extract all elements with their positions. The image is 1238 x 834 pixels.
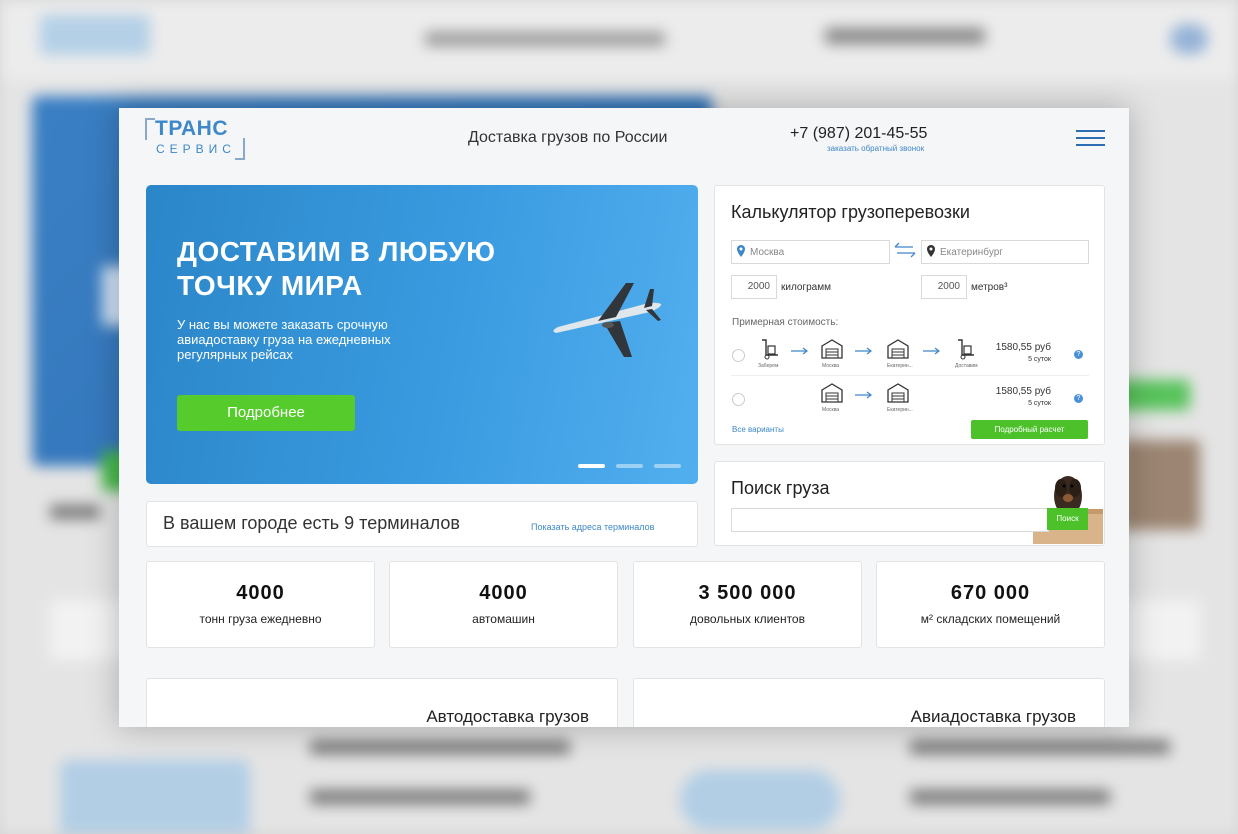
warehouse-icon [821, 339, 843, 359]
warehouse-icon [887, 383, 909, 403]
stat-card: 670 000 м² складских помещений [876, 561, 1105, 648]
stat-number: 4000 [236, 582, 285, 604]
stat-label: м² складских помещений [920, 612, 1061, 626]
volume-unit: метров³ [971, 282, 1008, 293]
route-step-label: Москва [822, 363, 840, 369]
approx-cost-label: Примерная стоимость: [732, 317, 839, 328]
service-title: Автодоставка грузов [426, 707, 589, 726]
route-radio[interactable] [732, 349, 745, 362]
hamburger-icon[interactable] [1076, 128, 1106, 148]
route-step-label: Екатерин... [887, 363, 913, 369]
dog-illustration [1033, 476, 1103, 544]
location-pin-icon [737, 245, 745, 257]
location-pin-icon [927, 245, 935, 257]
stat-label: тонн груза ежедневно [199, 612, 322, 626]
all-variants-link[interactable]: Все варианты [732, 425, 784, 434]
hero-subtitle: У нас вы можете заказать срочную авиадос… [177, 317, 391, 362]
terminals-block: В вашем городе есть 9 терминалов Показат… [146, 501, 698, 547]
hand-truck-icon [762, 339, 778, 360]
callback-link[interactable]: заказать обратный звонок [827, 144, 924, 153]
swap-icon[interactable] [893, 242, 917, 258]
route-price: 1580,55 руб [995, 386, 1051, 397]
service-card-auto[interactable]: Автодоставка грузов [146, 678, 618, 727]
from-city-field[interactable]: Москва [731, 240, 890, 264]
stat-number: 3 500 000 [698, 582, 797, 604]
route-step-label: Москва [822, 407, 840, 413]
logo[interactable]: ТРАНС СЕРВИС [145, 116, 245, 160]
arrow-right-icon [855, 391, 872, 399]
service-card-air[interactable]: Авиадоставка грузов [633, 678, 1105, 727]
stat-number: 4000 [479, 582, 528, 604]
slider-dot-2[interactable] [616, 464, 643, 468]
volume-input[interactable]: 2000 [921, 275, 967, 299]
airplane-icon [553, 283, 662, 357]
stat-label: довольных клиентов [690, 612, 805, 626]
arrow-right-icon [855, 347, 872, 355]
stat-card: 4000 тонн груза ежедневно [146, 561, 375, 648]
header-tagline: Доставка грузов по России [468, 129, 668, 146]
logo-text-bottom: СЕРВИС [156, 142, 236, 156]
arrow-right-icon [923, 347, 940, 355]
weight-unit: килограмм [781, 282, 831, 293]
warehouse-icon [821, 383, 843, 403]
hero-slider: ДОСТАВИМ В ЛЮБУЮ ТОЧКУ МИРА У нас вы мож… [146, 185, 698, 484]
detailed-calculation-button[interactable]: Подробный расчет [971, 420, 1088, 439]
website-page: ТРАНС СЕРВИС Доставка грузов по России +… [119, 108, 1129, 727]
route-price: 1580,55 руб [995, 342, 1051, 353]
from-city-value: Москва [750, 247, 785, 258]
slider-dot-1[interactable] [578, 464, 605, 468]
cargo-search-title: Поиск груза [731, 478, 830, 498]
warehouse-icon [887, 339, 909, 359]
freight-calculator: Калькулятор грузоперевозки Москва Екатер… [714, 185, 1105, 445]
to-city-field[interactable]: Екатеринбург [921, 240, 1089, 264]
weight-input[interactable]: 2000 [731, 275, 777, 299]
weight-value: 2000 [747, 281, 770, 292]
terminals-title: В вашем городе есть 9 терминалов [163, 513, 460, 533]
stat-label: автомашин [472, 612, 535, 626]
site-header: ТРАНС СЕРВИС Доставка грузов по России +… [119, 108, 1129, 174]
cargo-search-input[interactable] [731, 508, 1049, 532]
logo-text-top: ТРАНС [155, 117, 228, 140]
help-icon[interactable]: ? [1074, 350, 1083, 359]
slider-dot-3[interactable] [654, 464, 681, 468]
help-icon[interactable]: ? [1074, 394, 1083, 403]
hand-truck-icon [958, 339, 974, 360]
service-title: Авиадоставка грузов [910, 707, 1076, 726]
to-city-value: Екатеринбург [940, 247, 1003, 258]
calculator-title: Калькулятор грузоперевозки [731, 202, 970, 222]
route-radio[interactable] [732, 393, 745, 406]
volume-value: 2000 [937, 281, 960, 292]
cargo-search-block: Поиск груза Поиск [714, 461, 1105, 546]
stat-number: 670 000 [950, 582, 1031, 604]
route-days: 5 суток [1028, 400, 1051, 407]
cargo-search-button[interactable]: Поиск [1047, 508, 1088, 530]
hero-title: ДОСТАВИМ В ЛЮБУЮ ТОЧКУ МИРА [177, 236, 496, 301]
route-divider [731, 375, 1089, 376]
route-step-label: Екатерин... [887, 407, 913, 413]
route-step-label: Доставим [955, 363, 978, 369]
stat-card: 3 500 000 довольных клиентов [633, 561, 862, 648]
hero-more-button[interactable]: Подробнее [177, 395, 355, 431]
route-step-label: Заберем [758, 363, 779, 369]
route-option-2[interactable]: Москва Екатерин... 1580,55 руб 5 суток ? [731, 379, 1091, 419]
arrow-right-icon [791, 347, 808, 355]
route-days: 5 суток [1028, 356, 1051, 363]
phone-number[interactable]: +7 (987) 201-45-55 [790, 125, 927, 143]
stat-card: 4000 автомашин [389, 561, 618, 648]
route-option-1[interactable]: Заберем Москва Екатерин... Доставим 1580… [731, 335, 1091, 375]
terminals-link[interactable]: Показать адреса терминалов [531, 522, 654, 532]
